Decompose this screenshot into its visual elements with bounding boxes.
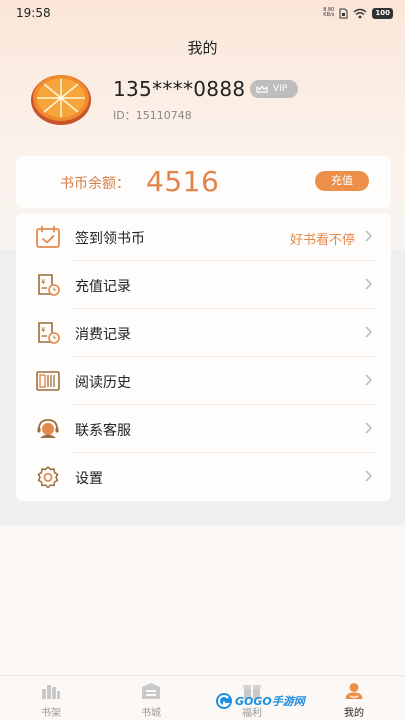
menu-item-label: 设置 [75, 471, 103, 487]
menu-item-checkin[interactable]: 签到领书币 好书看不停 [16, 213, 391, 261]
tab-label: 书架 [41, 708, 61, 719]
menu-item-customer-service[interactable]: 联系客服 [16, 405, 391, 453]
settings-gear-icon [37, 466, 59, 489]
chevron-right-icon [365, 230, 372, 242]
tab-bookshelf[interactable]: 书架 [21, 676, 81, 720]
tab-label: 书城 [141, 708, 161, 719]
balance-label: 书币余额： [60, 176, 130, 192]
vip-badge[interactable]: VIP [250, 80, 298, 98]
menu-item-reading-history[interactable]: 阅读历史 [16, 357, 391, 405]
consume-record-icon: ¥ [38, 322, 60, 344]
checkin-promo-text: 好书看不停 [289, 233, 355, 248]
wifi-icon [353, 8, 367, 18]
tab-profile[interactable]: 我的 [324, 676, 384, 720]
menu-item-settings[interactable]: 设置 [16, 453, 391, 501]
balance-value: 4516 [146, 165, 220, 198]
tab-bookstore[interactable]: 书城 [121, 676, 181, 720]
chevron-right-icon [365, 470, 372, 482]
avatar[interactable] [29, 70, 93, 126]
customer-service-icon [37, 419, 59, 438]
net-speed: 8.80 KB/s [323, 8, 334, 18]
chevron-right-icon [365, 326, 372, 338]
bookshelf-icon [42, 685, 60, 699]
menu-item-consume-record[interactable]: ¥ 消费记录 [16, 309, 391, 357]
battery-icon: 100 [372, 7, 393, 19]
svg-text:¥: ¥ [41, 278, 46, 286]
chevron-right-icon [365, 422, 372, 434]
vip-label: VIP [273, 84, 288, 94]
status-bar: 19:58 8.80 KB/s 100 [0, 0, 405, 26]
profile-icon [345, 683, 363, 699]
sim-icon [339, 8, 348, 18]
menu-item-recharge-record[interactable]: ¥ 充值记录 [16, 261, 391, 309]
watermark: GOGO手游网 [215, 690, 315, 712]
menu-item-label: 阅读历史 [75, 375, 131, 391]
reading-history-icon [36, 371, 60, 391]
user-phone: 135****0888 [113, 77, 246, 101]
recharge-button[interactable]: 充值 [315, 171, 369, 191]
status-time: 19:58 [16, 6, 51, 20]
calendar-checkin-icon [36, 225, 60, 248]
chevron-right-icon [365, 374, 372, 386]
blank-area [0, 525, 405, 675]
menu-item-label: 签到领书币 [75, 231, 145, 247]
crown-icon [254, 83, 270, 95]
chevron-right-icon [365, 278, 372, 290]
menu-item-label: 充值记录 [75, 279, 131, 295]
tab-label: 我的 [344, 708, 364, 719]
recharge-record-icon: ¥ [38, 274, 60, 296]
svg-text:¥: ¥ [41, 326, 46, 334]
bookstore-icon [142, 683, 160, 699]
user-id: ID：15110748 [113, 109, 192, 122]
gogo-logo-icon [216, 693, 232, 709]
watermark-text: GOGO手游网 [235, 695, 305, 708]
menu-item-label: 联系客服 [75, 423, 131, 439]
net-speed-unit: KB/s [323, 12, 335, 18]
status-icons: 8.80 KB/s 100 [323, 7, 393, 19]
bottom-tab-bar: 书架 书城 福利 我的 [0, 675, 405, 720]
page-title: 我的 [187, 39, 218, 57]
balance-card: 书币余额： 4516 充值 [16, 156, 391, 208]
menu-item-label: 消费记录 [75, 327, 131, 343]
menu-list: 签到领书币 好书看不停 ¥ 充值记录 ¥ 消费记录 阅读历史 联系客服 设置 [16, 213, 391, 501]
